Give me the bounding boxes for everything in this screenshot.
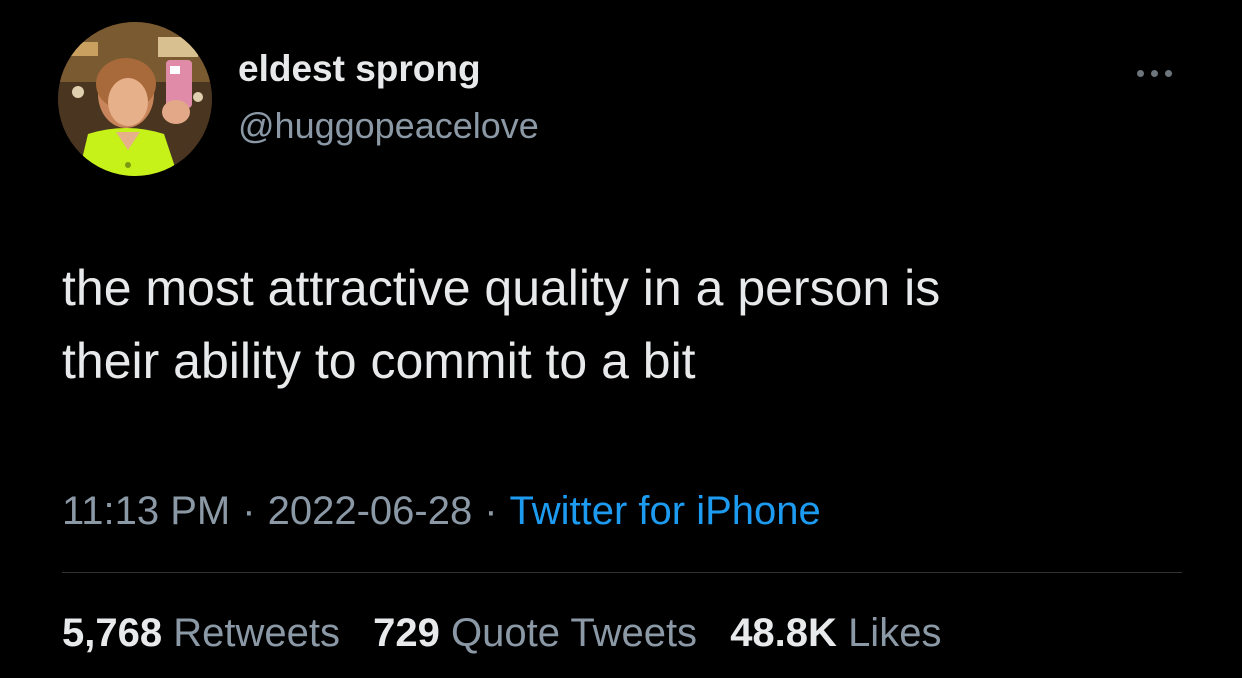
retweets-stat[interactable]: 5,768 Retweets <box>62 611 340 655</box>
tweet-date[interactable]: 2022-06-28 <box>268 489 473 533</box>
tweet-time[interactable]: 11:13 PM <box>62 489 230 533</box>
likes-label: Likes <box>848 611 942 655</box>
likes-count: 48.8K <box>730 611 837 655</box>
author-display-name[interactable]: eldest sprong <box>238 50 481 87</box>
more-options-button[interactable] <box>1126 58 1182 88</box>
more-horizontal-icon <box>1136 69 1144 77</box>
tweet-source-link[interactable]: Twitter for iPhone <box>510 489 821 533</box>
tweet-meta: 11:13 PM · 2022-06-28 · Twitter for iPhone <box>62 488 821 534</box>
retweets-count: 5,768 <box>62 611 163 655</box>
retweets-label: Retweets <box>173 611 340 655</box>
tweet-text-line: the most attractive quality in a person … <box>62 260 941 316</box>
quote-tweets-label: Quote Tweets <box>450 611 698 655</box>
quote-tweets-count: 729 <box>373 611 440 655</box>
more-horizontal-icon <box>1164 69 1172 77</box>
more-horizontal-icon <box>1150 69 1158 77</box>
likes-stat[interactable]: 48.8K Likes <box>730 611 941 655</box>
tweet-text-line: their ability to commit to a bit <box>62 333 696 389</box>
meta-separator: · <box>242 489 256 533</box>
meta-separator: · <box>484 489 498 533</box>
tweet-card: eldest sprong @huggopeacelove the most a… <box>0 0 1242 678</box>
avatar-image <box>58 22 212 176</box>
tweet-stats: 5,768 Retweets 729 Quote Tweets 48.8K Li… <box>62 610 963 656</box>
author-handle[interactable]: @huggopeacelove <box>238 108 539 144</box>
quote-tweets-stat[interactable]: 729 Quote Tweets <box>373 611 697 655</box>
tweet-text: the most attractive quality in a person … <box>62 252 1212 398</box>
avatar[interactable] <box>58 22 212 176</box>
divider <box>62 572 1182 573</box>
